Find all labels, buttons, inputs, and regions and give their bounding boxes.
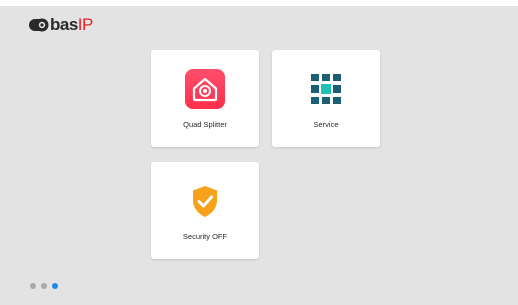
quad-splitter-tile[interactable]: Quad Splitter <box>151 50 259 147</box>
home-camera-icon <box>185 69 225 109</box>
security-off-label: Security OFF <box>182 232 228 241</box>
basip-logo: bas IP <box>29 15 94 34</box>
security-tile[interactable]: Security OFF <box>151 162 259 259</box>
quad-splitter-label: Quad Splitter <box>183 120 227 129</box>
home-screen: bas IP Quad Splitter Service Security OF… <box>0 6 518 305</box>
page-dot-3-active[interactable] <box>52 283 58 289</box>
page-indicator <box>30 283 58 289</box>
page-dot-1[interactable] <box>30 283 36 289</box>
basip-logo-icon <box>29 18 49 32</box>
service-tile[interactable]: Service <box>272 50 380 147</box>
logo-text-ip: IP <box>77 15 94 34</box>
shield-check-icon <box>193 186 217 217</box>
page-dot-2[interactable] <box>41 283 47 289</box>
service-label: Service <box>313 120 339 129</box>
logo-text-bas: bas <box>50 15 78 34</box>
grid-apps-icon <box>311 74 341 104</box>
